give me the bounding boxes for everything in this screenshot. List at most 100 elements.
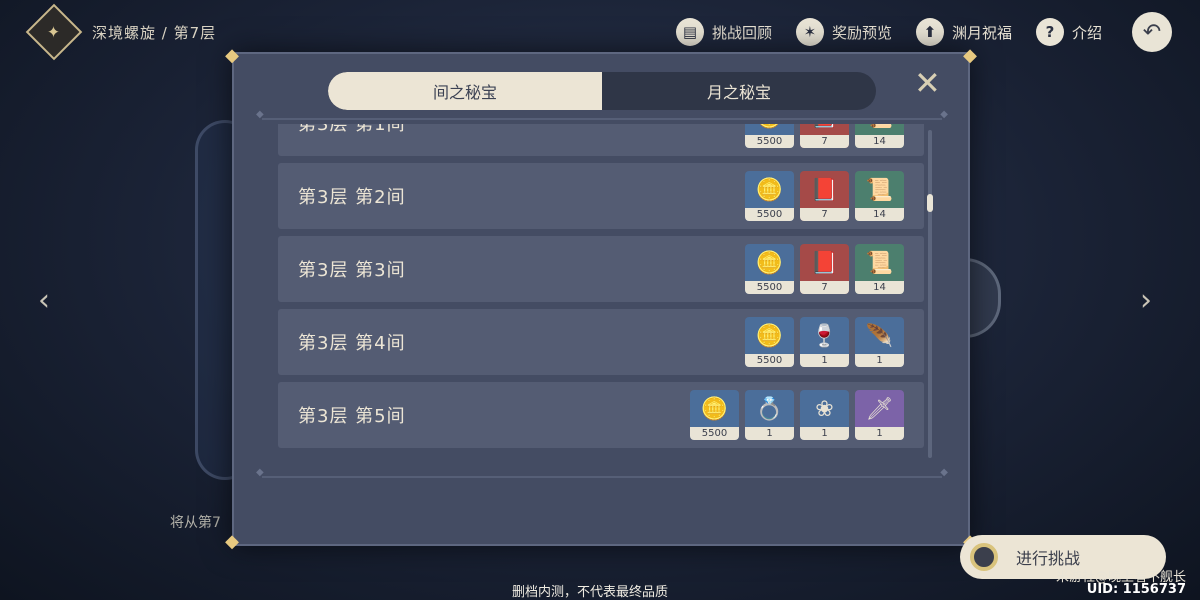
reward-count: 1: [800, 354, 849, 367]
beta-notice: 删档内测，不代表最终品质: [512, 585, 669, 600]
mora-icon: 🪙: [700, 396, 729, 422]
introduction-link[interactable]: ? 介绍: [1035, 18, 1102, 46]
reward-item-scroll[interactable]: 📜 14: [855, 244, 904, 294]
breadcrumb: 深境螺旋 / 第7层: [92, 23, 217, 42]
reward-item-red-book[interactable]: 📕7: [800, 244, 849, 294]
reward-item-scroll[interactable]: 📜 14: [855, 171, 904, 221]
reward-count: 5500: [745, 281, 794, 294]
reward-preview-label: 奖励预览: [831, 23, 892, 42]
scrollbar[interactable]: [927, 130, 933, 458]
reward-items: 🪙5500📕7📜14: [745, 171, 904, 221]
reward-item-red-book[interactable]: 📕7: [800, 124, 849, 148]
reward-item-mora[interactable]: 🪙5500: [745, 124, 794, 148]
book-icon: ▤: [675, 18, 704, 46]
reward-row: 第3层 第5间 🪙 5500 💍 1 ❀ 1 🗡 1: [278, 382, 924, 448]
scrollbar-thumb[interactable]: [927, 194, 933, 212]
corner-ornament-icon: ◆: [225, 531, 239, 552]
reward-item-mora[interactable]: 🪙 5500: [745, 244, 794, 294]
reward-tabs: 间之秘宝 月之秘宝: [328, 72, 876, 110]
header-left: ✦ 深境螺旋 / 第7层: [25, 3, 217, 61]
reward-item-scroll[interactable]: 📜14: [855, 124, 904, 148]
chamber-title: 第3层 第4间: [298, 333, 406, 354]
blessing-label: 渊月祝福: [951, 23, 1012, 42]
scroll-icon: 📜: [865, 250, 894, 276]
help-icon: ?: [1035, 18, 1064, 46]
flower-artifact-icon: ❀: [815, 396, 834, 422]
feather-artifact-icon: 🪶: [865, 323, 894, 349]
chamber-title: 第3层 第5间: [298, 406, 406, 427]
close-icon: ✕: [914, 64, 941, 102]
chamber-title: 第3层 第1间: [298, 124, 406, 135]
close-button[interactable]: ✕: [914, 67, 941, 99]
background-hint-text: 将从第7: [170, 515, 221, 531]
reward-count: 14: [855, 208, 904, 221]
previous-chamber-arrow-icon[interactable]: ‹: [38, 283, 50, 318]
reward-list-viewport[interactable]: 第3层 第1间🪙5500📕7📜14第3层 第2间🪙5500📕7📜14第3层 第3…: [278, 124, 924, 464]
corner-ornament-icon: ◆: [225, 45, 239, 66]
corner-ornament-icon: ◆: [963, 45, 977, 66]
reward-item-flower-artifact[interactable]: ❀ 1: [800, 390, 849, 440]
reward-count: 14: [855, 281, 904, 294]
next-chamber-arrow-icon[interactable]: ›: [1140, 283, 1152, 318]
reward-items: 🪙5500📕7📜14: [745, 124, 904, 148]
divider: [256, 467, 948, 478]
challenge-review-link[interactable]: ▤ 挑战回顾: [675, 18, 772, 46]
reward-item-feather-artifact[interactable]: 🪶 1: [855, 317, 904, 367]
header-right: ▤ 挑战回顾 ✶ 奖励预览 ⬆ 渊月祝福 ? 介绍 ↶: [675, 12, 1172, 52]
background-right-disc: [965, 258, 1001, 338]
reward-count: 14: [855, 135, 904, 148]
uid-label: UID: 1156737: [1086, 582, 1186, 597]
reward-preview-modal: ◆ ◆ ◆ ◆ 间之秘宝 月之秘宝 ✕ 第3层 第1间🪙5500📕7📜14第3层…: [225, 46, 977, 552]
mora-icon: 🪙: [755, 250, 784, 276]
mora-icon: 🪙: [755, 323, 784, 349]
reward-item-circlet-artifact[interactable]: 💍 1: [745, 390, 794, 440]
reward-count: 1: [800, 427, 849, 440]
upgrade-icon: ⬆: [915, 18, 944, 46]
reward-count: 5500: [745, 135, 794, 148]
reward-count: 5500: [745, 208, 794, 221]
chamber-title: 第3层 第2间: [298, 187, 406, 208]
reward-preview-link[interactable]: ✶ 奖励预览: [795, 18, 892, 46]
reward-count: 7: [800, 135, 849, 148]
introduction-label: 介绍: [1071, 23, 1102, 42]
reward-item-polearm-weapon[interactable]: 🗡 1: [855, 390, 904, 440]
polearm-weapon-icon: 🗡: [865, 396, 894, 422]
reward-items: 🪙5500📕7📜14: [745, 244, 904, 294]
challenge-review-label: 挑战回顾: [711, 23, 772, 42]
reward-item-mora[interactable]: 🪙 5500: [690, 390, 739, 440]
reward-count: 1: [855, 354, 904, 367]
back-button[interactable]: ↶: [1132, 12, 1172, 52]
reward-count: 7: [800, 208, 849, 221]
red-book-icon: 📕: [810, 250, 839, 276]
reward-item-mora[interactable]: 🪙 5500: [745, 317, 794, 367]
red-book-icon: 📕: [810, 177, 839, 203]
mora-icon: 🪙: [755, 177, 784, 203]
reward-count: 1: [745, 427, 794, 440]
scroll-icon: 📜: [865, 177, 894, 203]
challenge-icon: [970, 543, 998, 571]
spiral-abyss-emblem-icon: ✦: [25, 3, 83, 61]
back-arrow-icon: ↶: [1142, 19, 1162, 45]
tab-chamber-treasure[interactable]: 间之秘宝: [328, 72, 602, 110]
blessing-link[interactable]: ⬆ 渊月祝福: [915, 18, 1012, 46]
tab-moon-treasure[interactable]: 月之秘宝: [602, 72, 876, 110]
star-icon: ✶: [795, 18, 824, 46]
reward-row: 第3层 第1间 🪙5500📕7📜14: [278, 124, 924, 156]
circlet-artifact-icon: 💍: [755, 396, 784, 422]
chamber-title: 第3层 第3间: [298, 260, 406, 281]
reward-row: 第3层 第3间 🪙 5500 📕 7 📜 14: [278, 236, 924, 302]
reward-count: 1: [855, 427, 904, 440]
reward-list: 第3层 第1间🪙5500📕7📜14第3层 第2间🪙5500📕7📜14第3层 第3…: [278, 124, 924, 455]
divider: [256, 109, 948, 120]
reward-count: 5500: [690, 427, 739, 440]
reward-count: 7: [800, 281, 849, 294]
reward-row: 第3层 第4间 🪙 5500 🍷 1 🪶 1: [278, 309, 924, 375]
goblet-artifact-icon: 🍷: [810, 323, 839, 349]
reward-row: 第3层 第2间 🪙 5500 📕 7 📜 14: [278, 163, 924, 229]
reward-items: 🪙 5500 💍 1 ❀ 1 🗡 1: [690, 390, 904, 440]
reward-item-mora[interactable]: 🪙 5500: [745, 171, 794, 221]
reward-items: 🪙 5500 🍷 1 🪶 1: [745, 317, 904, 367]
reward-item-goblet-artifact[interactable]: 🍷 1: [800, 317, 849, 367]
reward-item-red-book[interactable]: 📕7: [800, 171, 849, 221]
reward-count: 5500: [745, 354, 794, 367]
